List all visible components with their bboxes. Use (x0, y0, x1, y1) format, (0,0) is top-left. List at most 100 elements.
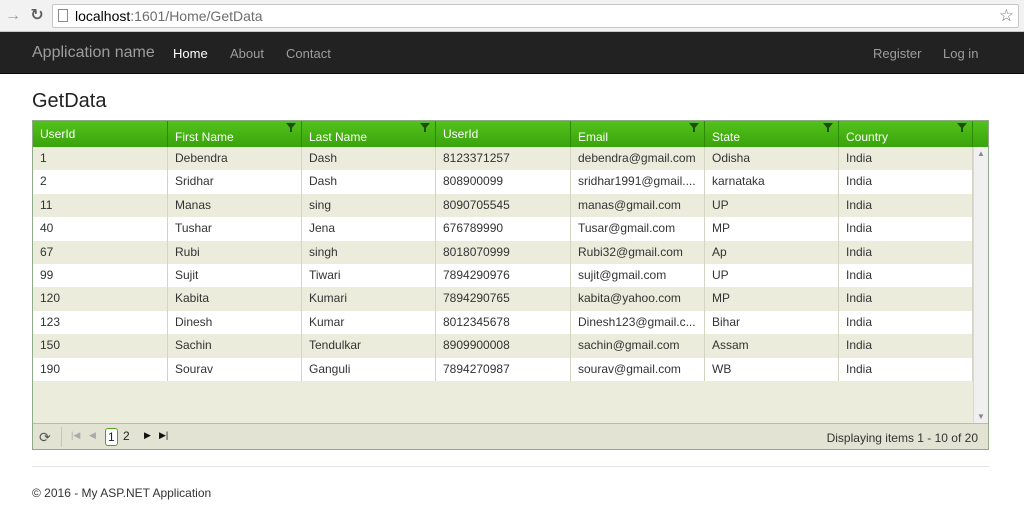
nav-login[interactable]: Log in (943, 46, 978, 61)
table-cell: 120 (33, 287, 168, 311)
brand-link[interactable]: Application name (32, 44, 155, 62)
table-cell: sourav@gmail.com (571, 357, 705, 381)
table-cell: Dash (302, 170, 436, 194)
table-cell: 99 (33, 263, 168, 288)
table-cell: UP (705, 263, 839, 288)
table-cell: India (839, 357, 973, 381)
column-header-userid[interactable]: UserId (33, 121, 168, 147)
table-cell: Kumar (302, 310, 436, 335)
footer-divider (32, 466, 989, 467)
column-header-country[interactable]: Country (839, 121, 973, 147)
nav-about[interactable]: About (230, 46, 264, 61)
table-cell: MP (705, 287, 839, 311)
table-cell: manas@gmail.com (571, 193, 705, 218)
bookmark-star-icon[interactable]: ☆ (999, 6, 1014, 26)
table-row[interactable]: 150 Sachin Tendulkar 8909900008 sachin@gmail… (33, 334, 973, 358)
column-header-label: First Name (175, 130, 234, 144)
table-cell: Rubi (168, 240, 302, 264)
table-cell: Ganguli (302, 357, 436, 381)
table-cell: Kumari (302, 287, 436, 311)
header-scroll-spacer (973, 121, 988, 147)
grid-pager: ⟳ |◀ ◀ 1 2 ▶ ▶| Displaying items 1 - 10 … (33, 423, 988, 449)
table-cell: Sourav (168, 357, 302, 381)
table-cell: 8018070999 (436, 240, 571, 264)
table-cell: 190 (33, 357, 168, 381)
table-cell: 7894270987 (436, 357, 571, 381)
table-cell: Rubi32@gmail.com (571, 240, 705, 264)
table-cell: Tushar (168, 217, 302, 241)
table-cell: Tendulkar (302, 334, 436, 358)
table-row[interactable]: 120 Kabita Kumari 7894290765 kabita@yahoo.co… (33, 287, 973, 311)
page-number[interactable]: 2 (121, 428, 132, 444)
back-arrow-icon[interactable]: → (3, 6, 23, 26)
refresh-icon[interactable]: ⟳ (39, 429, 51, 446)
table-cell: 808900099 (436, 170, 571, 194)
table-row[interactable]: 1 Debendra Dash 8123371257 debendra@gmail.co… (33, 147, 973, 171)
table-cell: India (839, 170, 973, 194)
table-cell: 676789990 (436, 217, 571, 241)
column-header-state[interactable]: State (705, 121, 839, 147)
table-cell: 8012345678 (436, 310, 571, 335)
next-page-icon[interactable]: ▶ (144, 430, 151, 441)
table-cell: Odisha (705, 147, 839, 171)
scroll-up-icon[interactable]: ▲ (977, 149, 985, 158)
table-cell: 1 (33, 147, 168, 171)
table-cell: Sridhar (168, 170, 302, 194)
pager-info: Displaying items 1 - 10 of 20 (826, 431, 978, 445)
table-cell: Assam (705, 334, 839, 358)
filter-icon[interactable] (286, 123, 296, 132)
column-header-last-name[interactable]: Last Name (302, 121, 436, 147)
table-cell: sridhar1991@gmail.... (571, 170, 705, 194)
data-grid: UserId First Name Last Name UserId Email… (32, 120, 989, 450)
table-cell: India (839, 217, 973, 241)
filter-icon[interactable] (957, 123, 967, 132)
table-cell: 67 (33, 240, 168, 264)
table-cell: 7894290976 (436, 263, 571, 288)
address-bar[interactable]: localhost:1601/Home/GetData ☆ (52, 4, 1019, 28)
table-cell: UP (705, 193, 839, 218)
table-cell: 150 (33, 334, 168, 358)
table-row[interactable]: 190 Sourav Ganguli 7894270987 sourav@gmail.c… (33, 357, 973, 381)
table-cell: 40 (33, 217, 168, 241)
column-header-label: State (712, 130, 741, 144)
first-page-icon[interactable]: |◀ (71, 430, 80, 441)
scroll-down-icon[interactable]: ▼ (977, 412, 985, 421)
table-cell: 7894290765 (436, 287, 571, 311)
table-cell: MP (705, 217, 839, 241)
table-cell: Dinesh123@gmail.c... (571, 310, 705, 335)
table-cell: Sujit (168, 263, 302, 288)
table-row[interactable]: 2 Sridhar Dash 808900099 sridhar1991@gmail..… (33, 170, 973, 194)
table-cell: Jena (302, 217, 436, 241)
vertical-scrollbar[interactable]: ▲ ▼ (973, 147, 988, 423)
table-cell: Sachin (168, 334, 302, 358)
page-number-current[interactable]: 1 (105, 428, 118, 446)
column-header-userid-2[interactable]: UserId (436, 121, 571, 147)
nav-register[interactable]: Register (873, 46, 921, 61)
column-header-first-name[interactable]: First Name (168, 121, 302, 147)
filter-icon[interactable] (823, 123, 833, 132)
table-cell: India (839, 310, 973, 335)
filter-icon[interactable] (689, 123, 699, 132)
reload-icon[interactable]: ↻ (27, 6, 47, 26)
prev-page-icon[interactable]: ◀ (89, 430, 96, 441)
page-icon (58, 9, 68, 22)
table-cell: WB (705, 357, 839, 381)
column-header-email[interactable]: Email (571, 121, 705, 147)
last-page-icon[interactable]: ▶| (159, 430, 168, 441)
table-cell: 11 (33, 193, 168, 218)
navbar: Application name Home About Contact Regi… (0, 32, 1024, 74)
table-cell: Tiwari (302, 263, 436, 288)
grid-header: UserId First Name Last Name UserId Email… (33, 121, 988, 147)
url-text[interactable]: localhost:1601/Home/GetData (75, 8, 263, 24)
footer-text: © 2016 - My ASP.NET Application (32, 486, 212, 500)
table-row[interactable]: 11 Manas sing 8090705545 manas@gmail.com UP In… (33, 193, 973, 218)
filter-icon[interactable] (420, 123, 430, 132)
nav-contact[interactable]: Contact (286, 46, 331, 61)
nav-home[interactable]: Home (173, 46, 208, 61)
table-cell: karnataka (705, 170, 839, 194)
table-row[interactable]: 123 Dinesh Kumar 8012345678 Dinesh123@gmail.… (33, 310, 973, 335)
table-row[interactable]: 40 Tushar Jena 676789990 Tusar@gmail.com MP In… (33, 217, 973, 241)
table-cell: 123 (33, 310, 168, 335)
table-row[interactable]: 99 Sujit Tiwari 7894290976 sujit@gmail.com UP… (33, 263, 973, 288)
table-row[interactable]: 67 Rubi singh 8018070999 Rubi32@gmail.com Ap I… (33, 240, 973, 264)
